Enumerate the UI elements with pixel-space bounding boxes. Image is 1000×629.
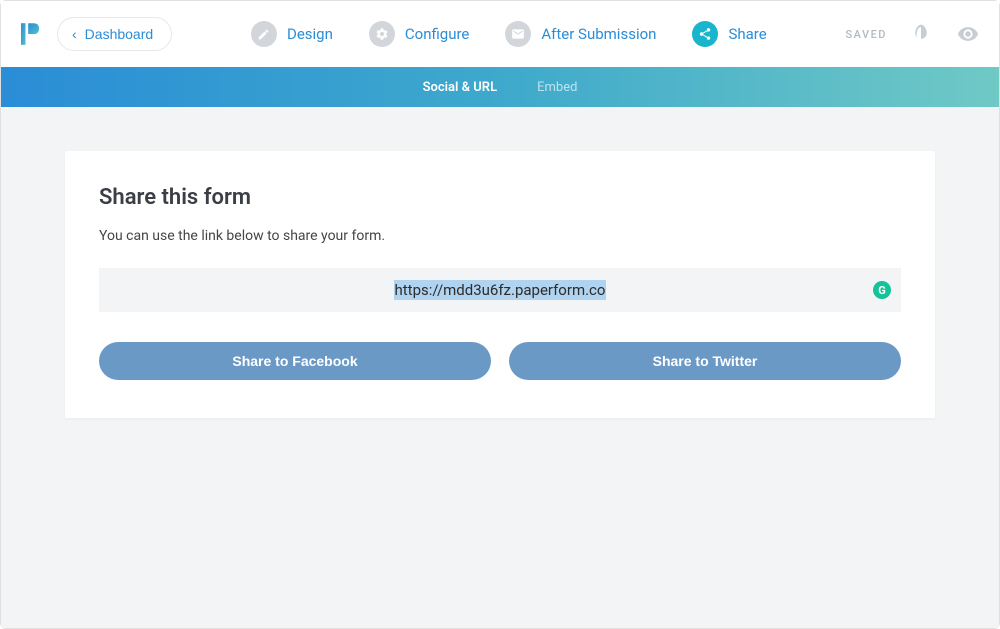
eye-icon[interactable]: [957, 23, 979, 45]
back-label: Dashboard: [85, 26, 154, 42]
share-subtitle: You can use the link below to share your…: [99, 228, 901, 244]
nav-tab-design[interactable]: Design: [251, 21, 333, 47]
share-card: Share this form You can use the link bel…: [65, 151, 935, 418]
nav-tab-configure[interactable]: Configure: [369, 21, 470, 47]
sub-nav-social-url[interactable]: Social & URL: [423, 80, 498, 95]
nav-tabs: Design Configure After Submission Share: [251, 21, 767, 47]
sub-nav: Social & URL Embed: [1, 67, 999, 107]
pencil-icon: [251, 21, 277, 47]
grammarly-icon[interactable]: G: [873, 281, 891, 299]
share-title: Share this form: [99, 185, 901, 210]
nav-tab-label: Configure: [405, 25, 470, 43]
saved-label: SAVED: [845, 28, 887, 41]
back-button[interactable]: ‹ Dashboard: [57, 17, 172, 51]
nav-tab-label: Design: [287, 25, 333, 43]
top-header: ‹ Dashboard Design Configure After Submi…: [1, 1, 999, 67]
chevron-left-icon: ‹: [72, 26, 77, 42]
share-facebook-button[interactable]: Share to Facebook: [99, 342, 491, 380]
nav-tab-label: After Submission: [541, 25, 656, 43]
gear-icon: [369, 21, 395, 47]
share-twitter-button[interactable]: Share to Twitter: [509, 342, 901, 380]
content-area: Share this form You can use the link bel…: [1, 107, 999, 628]
share-url-box[interactable]: https://mdd3u6fz.paperform.co G: [99, 268, 901, 312]
sub-nav-embed[interactable]: Embed: [537, 80, 577, 95]
mail-icon: [505, 21, 531, 47]
header-right: SAVED: [845, 23, 979, 45]
share-icon: [692, 21, 718, 47]
nav-tab-label: Share: [728, 25, 766, 43]
contrast-icon[interactable]: [911, 23, 933, 45]
nav-tab-share[interactable]: Share: [692, 21, 766, 47]
logo-icon: [21, 22, 41, 46]
nav-tab-after-submission[interactable]: After Submission: [505, 21, 656, 47]
share-url[interactable]: https://mdd3u6fz.paperform.co: [394, 280, 607, 300]
share-button-row: Share to Facebook Share to Twitter: [99, 342, 901, 380]
